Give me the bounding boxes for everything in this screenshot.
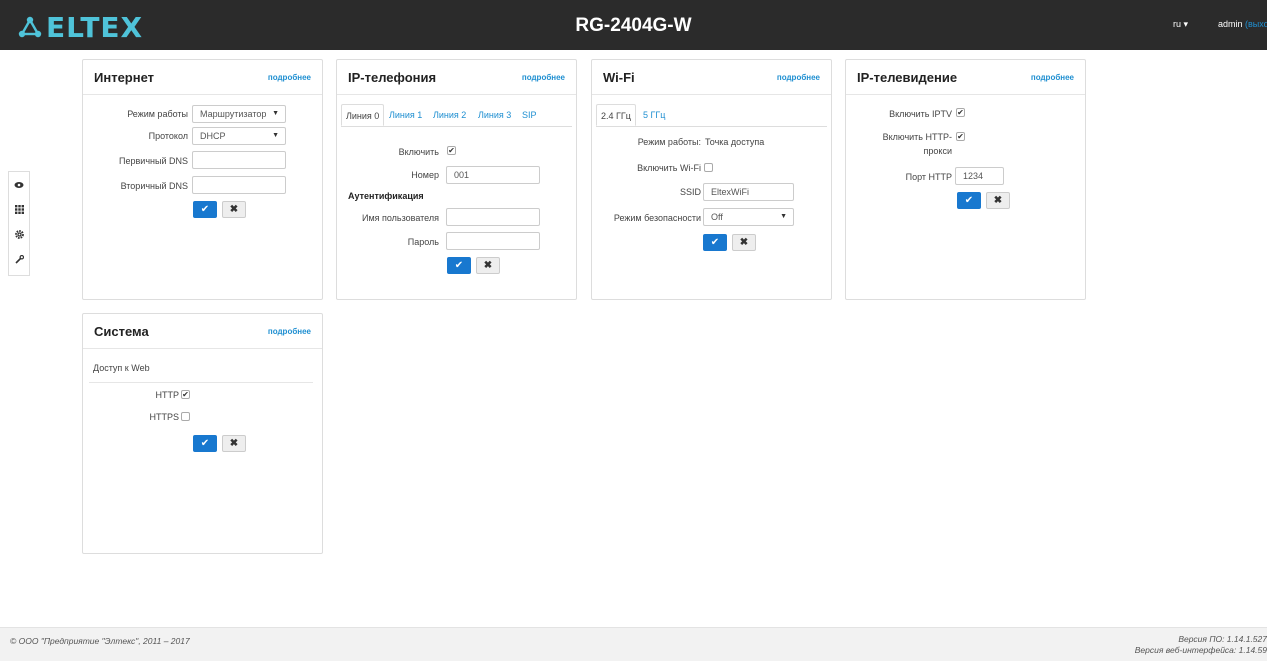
auth-heading: Аутентификация (348, 191, 424, 201)
panel-header: Интернет подробнее (83, 60, 322, 95)
internet-panel: Интернет подробнее Режим работы Маршрути… (82, 59, 323, 300)
ip-telephony-panel: IP-телефония подробнее Линия 0 Линия 1 Л… (336, 59, 577, 300)
divider (89, 382, 313, 383)
http-proxy-label: Включить HTTP- (882, 132, 952, 142)
http-label: HTTP (155, 390, 180, 400)
enable-iptv-label: Включить IPTV (889, 109, 952, 119)
copyright: © ООО "Предприятие "Элтекс", 2011 – 2017 (10, 636, 190, 646)
tab-line-2[interactable]: Линия 2 (433, 104, 466, 126)
mode-value: Точка доступа (705, 137, 765, 147)
http-proxy-checkbox[interactable]: ✔ (956, 132, 965, 141)
cancel-button[interactable]: ✖ (732, 234, 756, 251)
mode-label: Режим работы: (637, 137, 701, 147)
firmware-version: Версия ПО: 1.14.1.527 (1178, 634, 1267, 644)
secondary-dns-label: Вторичный DNS (120, 181, 188, 191)
enable-wifi-checkbox[interactable] (704, 163, 713, 172)
http-port-label: Порт HTTP (905, 172, 952, 182)
mode-label: Режим работы (127, 109, 188, 119)
ssid-label: SSID (679, 187, 701, 197)
grid-icon[interactable] (9, 197, 29, 222)
mode-select-value: Маршрутизатор (200, 109, 267, 119)
enable-label: Включить (398, 147, 439, 157)
panel-header: IP-телефония подробнее (337, 60, 576, 95)
username-label: Имя пользователя (361, 213, 439, 223)
more-link[interactable]: подробнее (1031, 73, 1074, 82)
apply-button[interactable]: ✔ (703, 234, 727, 251)
enable-wifi-label: Включить Wi-Fi (637, 163, 701, 173)
line-tabs: Линия 0 Линия 1 Линия 2 Линия 3 SIP (341, 104, 572, 127)
tab-line-3[interactable]: Линия 3 (478, 104, 511, 126)
cancel-button[interactable]: ✖ (222, 201, 246, 218)
protocol-select[interactable]: DHCP ▼ (192, 127, 286, 145)
tab-5ghz[interactable]: 5 ГГц (643, 104, 665, 126)
top-bar: ELTEX RG-2404G-W ru ▾ admin (выход) (0, 0, 1267, 50)
more-link[interactable]: подробнее (777, 73, 820, 82)
secondary-dns-input[interactable] (192, 176, 286, 194)
apply-button[interactable]: ✔ (447, 257, 471, 274)
ssid-input[interactable]: EltexWiFi (703, 183, 794, 201)
cancel-button[interactable]: ✖ (222, 435, 246, 452)
user-menu: admin (выход) (1218, 19, 1267, 29)
panel-title: Интернет (94, 70, 155, 85)
security-select[interactable]: Off ▼ (703, 208, 794, 226)
security-label: Режим безопасности (613, 213, 701, 223)
http-proxy-label-cont: прокси (923, 146, 952, 156)
gear-icon[interactable] (9, 222, 29, 247)
tab-line-1[interactable]: Линия 1 (389, 104, 422, 126)
band-tabs: 2.4 ГГц 5 ГГц (596, 104, 827, 127)
panel-header: Система подробнее (83, 314, 322, 349)
panel-title: Wi-Fi (603, 70, 635, 85)
http-port-input[interactable]: 1234 (955, 167, 1004, 185)
panel-title: IP-телевидение (857, 70, 958, 85)
wifi-panel: Wi-Fi подробнее 2.4 ГГц 5 ГГц Режим рабо… (591, 59, 832, 300)
logout-link[interactable]: (выход) (1245, 19, 1267, 29)
web-interface-version: Версия веб-интерфейса: 1.14.59 (1134, 645, 1267, 655)
username: admin (1218, 19, 1243, 29)
device-model: RG-2404G-W (575, 15, 692, 36)
http-checkbox[interactable]: ✔ (181, 390, 190, 399)
more-link[interactable]: подробнее (268, 327, 311, 336)
language-dropdown[interactable]: ru ▾ (1173, 19, 1188, 30)
protocol-select-value: DHCP (200, 131, 226, 141)
password-input[interactable] (446, 232, 540, 250)
apply-button[interactable]: ✔ (193, 201, 217, 218)
wrench-icon[interactable] (9, 247, 29, 272)
tab-sip[interactable]: SIP (522, 104, 537, 126)
chevron-down-icon: ▼ (272, 110, 279, 117)
primary-dns-input[interactable] (192, 151, 286, 169)
tab-2-4ghz[interactable]: 2.4 ГГц (596, 104, 636, 126)
security-select-value: Off (711, 212, 723, 222)
side-nav (8, 171, 30, 276)
https-checkbox[interactable] (181, 412, 190, 421)
system-panel: Система подробнее Доступ к Web HTTP ✔ HT… (82, 313, 323, 554)
more-link[interactable]: подробнее (522, 73, 565, 82)
chevron-down-icon: ▼ (272, 132, 279, 139)
panel-header: IP-телевидение подробнее (846, 60, 1085, 95)
password-label: Пароль (407, 237, 439, 247)
tab-line-0[interactable]: Линия 0 (341, 104, 385, 126)
protocol-label: Протокол (148, 131, 188, 141)
chevron-down-icon: ▼ (780, 213, 787, 220)
more-link[interactable]: подробнее (268, 73, 311, 82)
mode-select[interactable]: Маршрутизатор ▼ (192, 105, 286, 123)
username-input[interactable] (446, 208, 540, 226)
enable-iptv-checkbox[interactable]: ✔ (956, 108, 965, 117)
panel-title: Система (94, 324, 149, 339)
number-label: Номер (411, 170, 439, 180)
cancel-button[interactable]: ✖ (476, 257, 500, 274)
primary-dns-label: Первичный DNS (119, 156, 188, 166)
panel-header: Wi-Fi подробнее (592, 60, 831, 95)
apply-button[interactable]: ✔ (957, 192, 981, 209)
panel-title: IP-телефония (348, 70, 437, 85)
apply-button[interactable]: ✔ (193, 435, 217, 452)
cancel-button[interactable]: ✖ (986, 192, 1010, 209)
iptv-panel: IP-телевидение подробнее Включить IPTV ✔… (845, 59, 1086, 300)
enable-checkbox[interactable]: ✔ (447, 146, 456, 155)
footer: © ООО "Предприятие "Элтекс", 2011 – 2017… (0, 627, 1267, 661)
eye-icon[interactable] (9, 172, 29, 197)
https-label: HTTPS (149, 412, 179, 422)
number-input[interactable]: 001 (446, 166, 540, 184)
web-access-heading: Доступ к Web (93, 363, 150, 373)
